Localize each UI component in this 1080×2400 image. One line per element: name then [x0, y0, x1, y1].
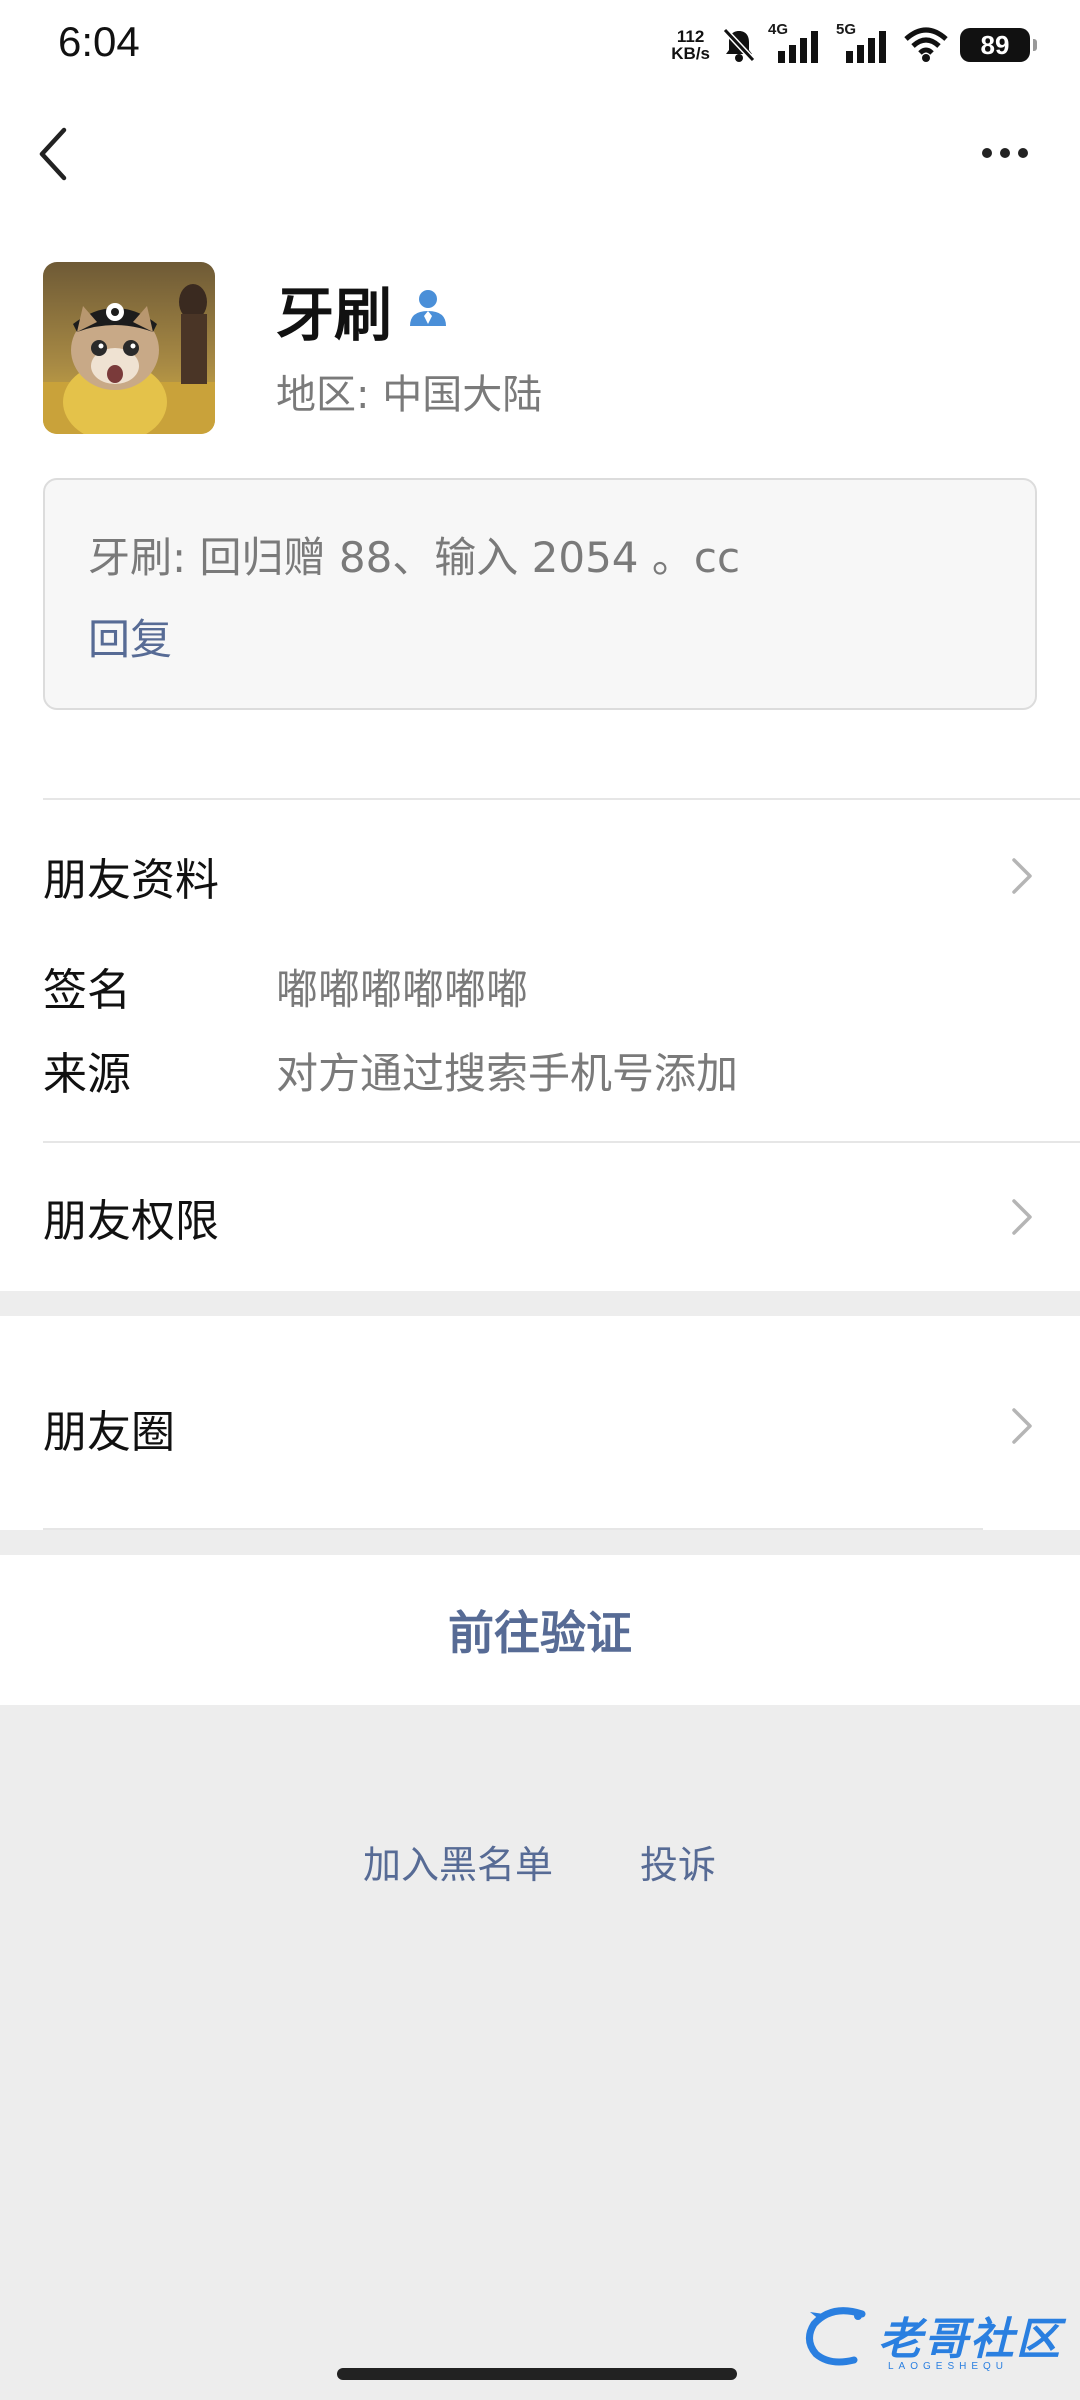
blacklist-link[interactable]: 加入黑名单: [363, 1834, 553, 1889]
report-link[interactable]: 投诉: [640, 1834, 716, 1889]
chevron-right-icon: [1012, 1199, 1032, 1235]
status-time: 6:04: [58, 18, 140, 65]
verify-button[interactable]: 前往验证: [0, 1555, 1080, 1705]
status-icons: 112 KB/s 4G 5G 89: [671, 21, 1037, 68]
avatar-image: [43, 262, 215, 434]
reply-link[interactable]: 回复: [88, 606, 172, 667]
region-text: 地区: 中国大陆: [276, 372, 543, 418]
chevron-right-icon: [1012, 1408, 1032, 1444]
source-value: 对方通过搜索手机号添加: [276, 1049, 739, 1098]
wifi-icon: [904, 27, 948, 62]
watermark-logo: 老哥社区 LAOGESHEQU: [802, 2300, 1062, 2372]
signature-value: 嘟嘟嘟嘟嘟嘟: [276, 965, 529, 1014]
more-dot: [1018, 148, 1028, 158]
greeting-message-text: 牙刷: 回归赠 88、输入 2054 。cc: [88, 533, 741, 582]
source-label: 来源: [43, 1049, 131, 1100]
contact-name: 牙刷: [276, 281, 393, 349]
dragon-logo-icon: [806, 2307, 866, 2366]
moments-row[interactable]: 朋友圈: [0, 1316, 1080, 1530]
watermark-subtext: LAOGESHEQU: [888, 2361, 1009, 2372]
friend-profile-row[interactable]: 朋友资料: [0, 820, 1080, 930]
signature-label: 签名: [43, 965, 131, 1016]
friend-profile-label: 朋友资料: [43, 855, 219, 906]
bell-muted-icon: [722, 27, 756, 63]
divider: [43, 798, 1080, 800]
more-button[interactable]: [970, 128, 1040, 178]
back-button[interactable]: [30, 122, 78, 186]
battery-indicator: 89: [960, 28, 1037, 62]
network-speed: 112 KB/s: [671, 27, 710, 63]
signal-4g-icon: 4G: [768, 21, 824, 65]
greeting-message-box: 牙刷: 回归赠 88、输入 2054 。cc 回复: [43, 478, 1037, 710]
chevron-left-icon: [39, 127, 67, 181]
friend-permissions-row[interactable]: 朋友权限: [0, 1143, 1080, 1291]
friend-permissions-label: 朋友权限: [43, 1196, 219, 1247]
watermark-text: 老哥社区: [878, 2314, 1062, 2365]
avatar[interactable]: [43, 262, 215, 434]
divider: [43, 1528, 983, 1530]
chevron-right-icon: [1012, 858, 1032, 894]
person-badge-icon: [405, 284, 451, 330]
more-dots-icon: [982, 148, 992, 158]
signal-5g-icon: 5G: [836, 21, 892, 65]
home-indicator[interactable]: [337, 2368, 737, 2380]
more-dot: [1000, 148, 1010, 158]
moments-label: 朋友圈: [43, 1407, 175, 1458]
